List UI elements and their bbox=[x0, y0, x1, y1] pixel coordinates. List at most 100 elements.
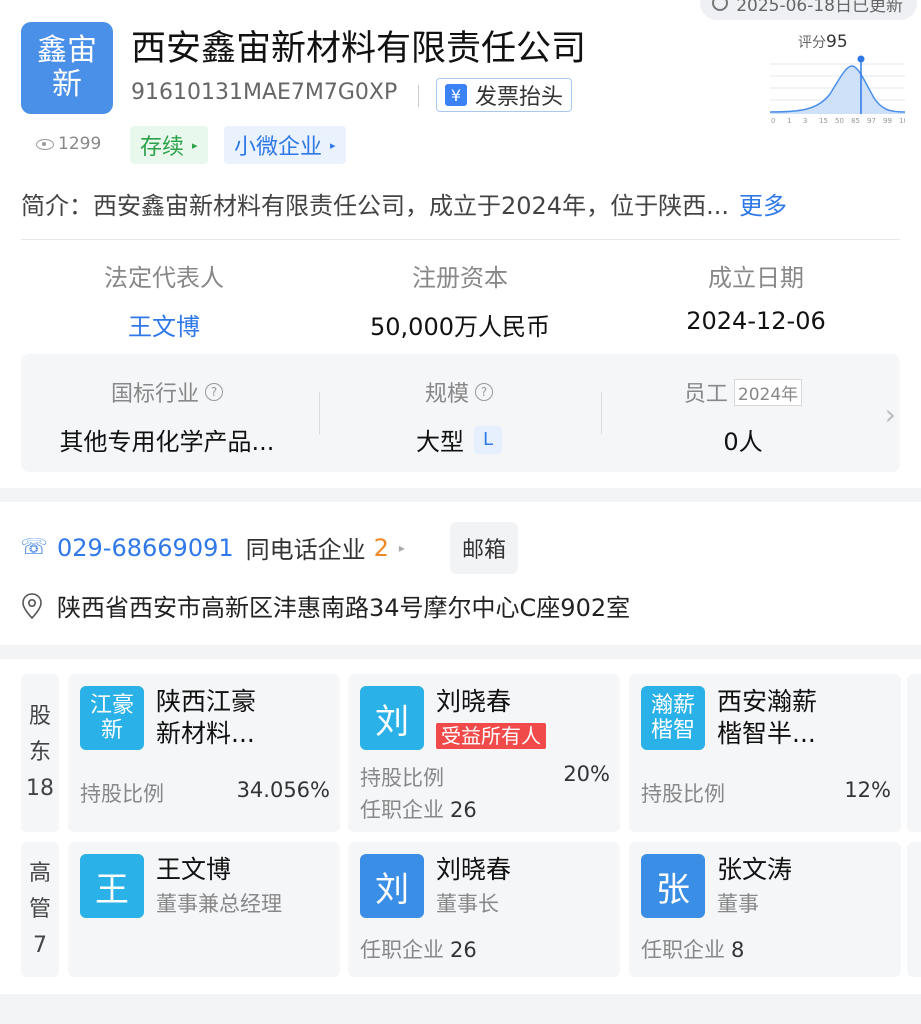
email-button[interactable]: 邮箱 bbox=[450, 522, 518, 574]
jobs-value: 26 bbox=[450, 798, 477, 822]
executive-avatar: 王 bbox=[80, 854, 144, 918]
status-tag[interactable]: 存续 ▸ bbox=[130, 126, 208, 164]
size-tag-label: 小微企业 bbox=[234, 135, 323, 160]
jobs-label: 任职企业 bbox=[360, 798, 444, 822]
intro-prefix: 简介： bbox=[21, 192, 93, 220]
industry-block: 国标行业? 其他专用化学产品... bbox=[27, 376, 307, 457]
score-tick-label: 97 bbox=[867, 117, 876, 125]
staff-value: 0人 bbox=[723, 428, 763, 456]
founded-date-value: 2024-12-06 bbox=[686, 307, 826, 335]
shareholders-side-label[interactable]: 股 东 18 bbox=[21, 674, 59, 832]
shareholder-card[interactable]: 江豪 新 陕西江豪 新材料... 持股比例 34.056% bbox=[68, 674, 340, 832]
score-tick-label: 85 bbox=[851, 117, 860, 125]
executive-avatar: 张 bbox=[641, 854, 705, 918]
executives-side-label[interactable]: 高 管 7 bbox=[21, 842, 59, 977]
caret-right-icon: ▸ bbox=[330, 138, 336, 152]
address-text: 陕西省西安市高新区沣惠南路34号摩尔中心C座902室 bbox=[57, 594, 631, 622]
executive-avatar: 刘 bbox=[360, 854, 424, 918]
jobs-value: 26 bbox=[450, 938, 477, 962]
executive-name: 张文涛 bbox=[717, 855, 793, 884]
phone-row: ☏ 029-68669091 同电话企业 2 ▸ bbox=[20, 530, 405, 565]
jobs-label: 任职企业 bbox=[360, 938, 444, 962]
side-label-char: 东 bbox=[28, 740, 51, 765]
avatar-line: 楷智 bbox=[650, 718, 695, 743]
scale-value: 大型 bbox=[416, 428, 464, 456]
shareholders-count: 18 bbox=[26, 776, 54, 801]
location-pin-icon bbox=[22, 592, 42, 619]
refresh-icon bbox=[712, 0, 729, 11]
chevron-right-icon[interactable]: › bbox=[885, 398, 896, 431]
scale-label: 规模 bbox=[424, 382, 469, 407]
industry-scale-staff-panel[interactable]: 国标行业? 其他专用化学产品... 规模? 大型 L 员工 2024年 0人 › bbox=[21, 354, 900, 472]
shareholder-name: 陕西江豪 新材料... bbox=[156, 686, 331, 750]
name-line: 新材料... bbox=[156, 719, 255, 748]
share-ratio-label: 持股比例 bbox=[641, 782, 725, 806]
help-icon[interactable]: ? bbox=[475, 383, 493, 401]
same-phone-count: 2 bbox=[373, 533, 389, 562]
status-tag-label: 存续 bbox=[140, 135, 185, 160]
shareholder-card[interactable]: 瀚薪 楷智 西安瀚薪 楷智半... 持股比例 12% bbox=[629, 674, 901, 832]
update-text: 2025-06-18日已更新 bbox=[736, 0, 903, 16]
executive-card[interactable]: 刘 刘晓春 董事长 任职企业 26 bbox=[348, 842, 620, 977]
address-row[interactable]: 陕西省西安市高新区沣惠南路34号摩尔中心C座902室 bbox=[21, 588, 630, 623]
company-name: 西安鑫宙新材料有限责任公司 bbox=[131, 29, 587, 69]
executive-name: 刘晓春 bbox=[436, 855, 512, 884]
section-divider bbox=[21, 239, 900, 240]
legal-rep-link[interactable]: 王文博 bbox=[24, 307, 304, 342]
phone-number-link[interactable]: 029-68669091 bbox=[57, 534, 234, 562]
name-line: 楷智半... bbox=[717, 719, 816, 748]
scale-badge: L bbox=[474, 425, 502, 454]
panel-divider bbox=[601, 392, 602, 434]
score-tick-label: 0 bbox=[771, 117, 775, 125]
eye-icon bbox=[36, 138, 54, 150]
jobs-value: 8 bbox=[731, 938, 745, 962]
share-ratio-row: 持股比例 12% bbox=[641, 778, 891, 808]
beneficial-owner-badge: 受益所有人 bbox=[436, 723, 546, 749]
phone-icon: ☏ bbox=[20, 535, 48, 560]
share-ratio-label: 持股比例 bbox=[360, 766, 444, 790]
next-card-peek[interactable] bbox=[907, 674, 921, 832]
share-ratio-label: 持股比例 bbox=[80, 782, 164, 806]
executives-count: 7 bbox=[33, 932, 47, 958]
staff-label: 员工 bbox=[683, 382, 728, 407]
score-tick-label: 15 bbox=[819, 117, 828, 125]
share-ratio-value: 20% bbox=[563, 762, 610, 786]
credit-code[interactable]: 91610131MAE7M7G0XP bbox=[131, 80, 397, 105]
score-widget[interactable]: 评分95 0 1 3 15 50 85 97 99 100 bbox=[769, 30, 912, 128]
industry-label: 国标行业 bbox=[110, 382, 199, 407]
section-gap bbox=[0, 488, 921, 502]
same-phone-link[interactable]: 同电话企业 bbox=[246, 530, 366, 565]
registered-capital-value: 50,000万人民币 bbox=[370, 313, 550, 341]
executive-card[interactable]: 王 王文博 董事兼总经理 bbox=[68, 842, 340, 977]
help-icon[interactable]: ? bbox=[205, 383, 223, 401]
update-status-pill[interactable]: 2025-06-18日已更新 bbox=[700, 0, 917, 20]
legal-rep-block: 法定代表人 王文博 bbox=[24, 258, 304, 342]
shareholder-card[interactable]: 刘 刘晓春 受益所有人 持股比例 20% 任职企业 26 bbox=[348, 674, 620, 832]
side-label-char: 管 bbox=[28, 896, 51, 922]
caret-right-icon: ▸ bbox=[192, 138, 198, 152]
avatar-line: 瀚薪 bbox=[650, 693, 695, 718]
next-card-peek[interactable] bbox=[907, 842, 921, 977]
score-tick-label: 99 bbox=[883, 117, 892, 125]
intro-more-link[interactable]: 更多 bbox=[739, 192, 787, 220]
shareholder-avatar: 瀚薪 楷智 bbox=[641, 686, 705, 750]
invoice-label: 发票抬头 bbox=[475, 85, 564, 110]
score-tick-label: 50 bbox=[835, 117, 844, 125]
scale-block: 规模? 大型 L bbox=[319, 376, 599, 457]
avatar-line: 新 bbox=[100, 718, 123, 743]
view-count: 1299 bbox=[36, 134, 101, 154]
company-intro: 简介：西安鑫宙新材料有限责任公司，成立于2024年，位于陕西... 更多 bbox=[21, 186, 787, 221]
score-tick-label: 1 bbox=[787, 117, 791, 125]
jobs-label: 任职企业 bbox=[641, 938, 725, 962]
invoice-header-button[interactable]: ¥ 发票抬头 bbox=[436, 78, 573, 112]
size-tag[interactable]: 小微企业 ▸ bbox=[224, 126, 346, 164]
executive-card[interactable]: 张 张文涛 董事 任职企业 8 bbox=[629, 842, 901, 977]
section-gap bbox=[0, 645, 921, 659]
invoice-icon: ¥ bbox=[445, 84, 467, 106]
registered-capital-block: 注册资本 50,000万人民币 bbox=[320, 258, 600, 342]
shareholder-avatar: 刘 bbox=[360, 686, 424, 750]
shareholder-avatar: 江豪 新 bbox=[80, 686, 144, 750]
score-tick-label: 100 bbox=[899, 117, 905, 125]
caret-right-icon: ▸ bbox=[398, 540, 405, 555]
intro-text: 西安鑫宙新材料有限责任公司，成立于2024年，位于陕西... bbox=[93, 192, 729, 220]
